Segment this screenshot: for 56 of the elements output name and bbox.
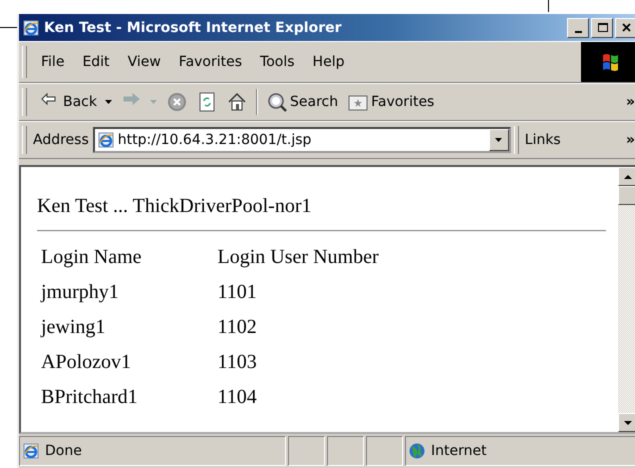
status-pane [366,436,403,466]
favorites-button[interactable]: Favorites [345,90,438,114]
status-pane [288,436,325,466]
menu-item[interactable]: View [124,52,165,72]
table-cell-text: 1101 [218,280,258,305]
page-icon [23,443,39,459]
status-text: Done [45,443,82,459]
menu-item[interactable]: Help [308,52,348,72]
status-pane [327,436,364,466]
menu-item[interactable]: Favorites [174,52,246,72]
down-arrow-icon [624,420,632,424]
maximize-icon [596,21,608,34]
up-arrow-icon [624,174,632,178]
caret-icon [495,138,502,142]
globe-icon [409,443,425,459]
close-icon [620,21,632,34]
window-title: Ken Test - Microsoft Internet Explorer [44,20,342,36]
column-header: Login User Number [218,245,380,270]
minimize-icon [574,30,582,32]
stop-icon [167,92,187,112]
menu-item[interactable]: File [37,52,68,72]
page-heading: Ken Test ... ThickDriverPool-nor1 [37,195,312,218]
scroll-down-button[interactable] [618,413,635,432]
table-cell-text: APolozov1 [41,350,132,375]
table-cell-text: 1103 [218,350,258,375]
address-field[interactable]: http://10.64.3.21:8001/t.jsp [92,127,511,153]
menu-item[interactable]: Edit [78,52,114,72]
close-button[interactable] [615,18,635,38]
refresh-icon [197,92,217,112]
column-header: Login Name [41,245,143,270]
scroll-thumb[interactable] [618,186,635,205]
more-chevron[interactable]: » [622,132,635,148]
table-cell-text: 1104 [218,385,258,410]
address-label: Address [33,132,89,148]
windows-logo [581,42,635,82]
home-icon [227,92,247,112]
maximize-button[interactable] [591,18,613,38]
dropdown-button[interactable] [488,129,509,151]
menu-item[interactable]: Tools [256,52,299,72]
minimize-button[interactable] [567,18,589,38]
back-button[interactable]: Back [37,90,115,114]
more-chevron[interactable]: » [622,94,635,110]
table-cell-text: BPritchard1 [41,385,139,410]
table-cell-text: jmurphy1 [41,280,120,305]
table-cell-text: 1102 [218,315,258,340]
zone-text: Internet [431,443,487,459]
browser-icon [23,20,39,36]
page-icon [98,132,114,148]
scrollbar[interactable] [618,167,635,432]
search-icon [267,92,287,112]
scroll-up-button[interactable] [618,167,635,186]
links-button[interactable]: Links [524,132,561,148]
table-cell-text: jewing1 [41,315,106,340]
caret-icon [105,100,112,104]
caret-icon [150,100,157,104]
search-button[interactable]: Search [264,90,342,114]
